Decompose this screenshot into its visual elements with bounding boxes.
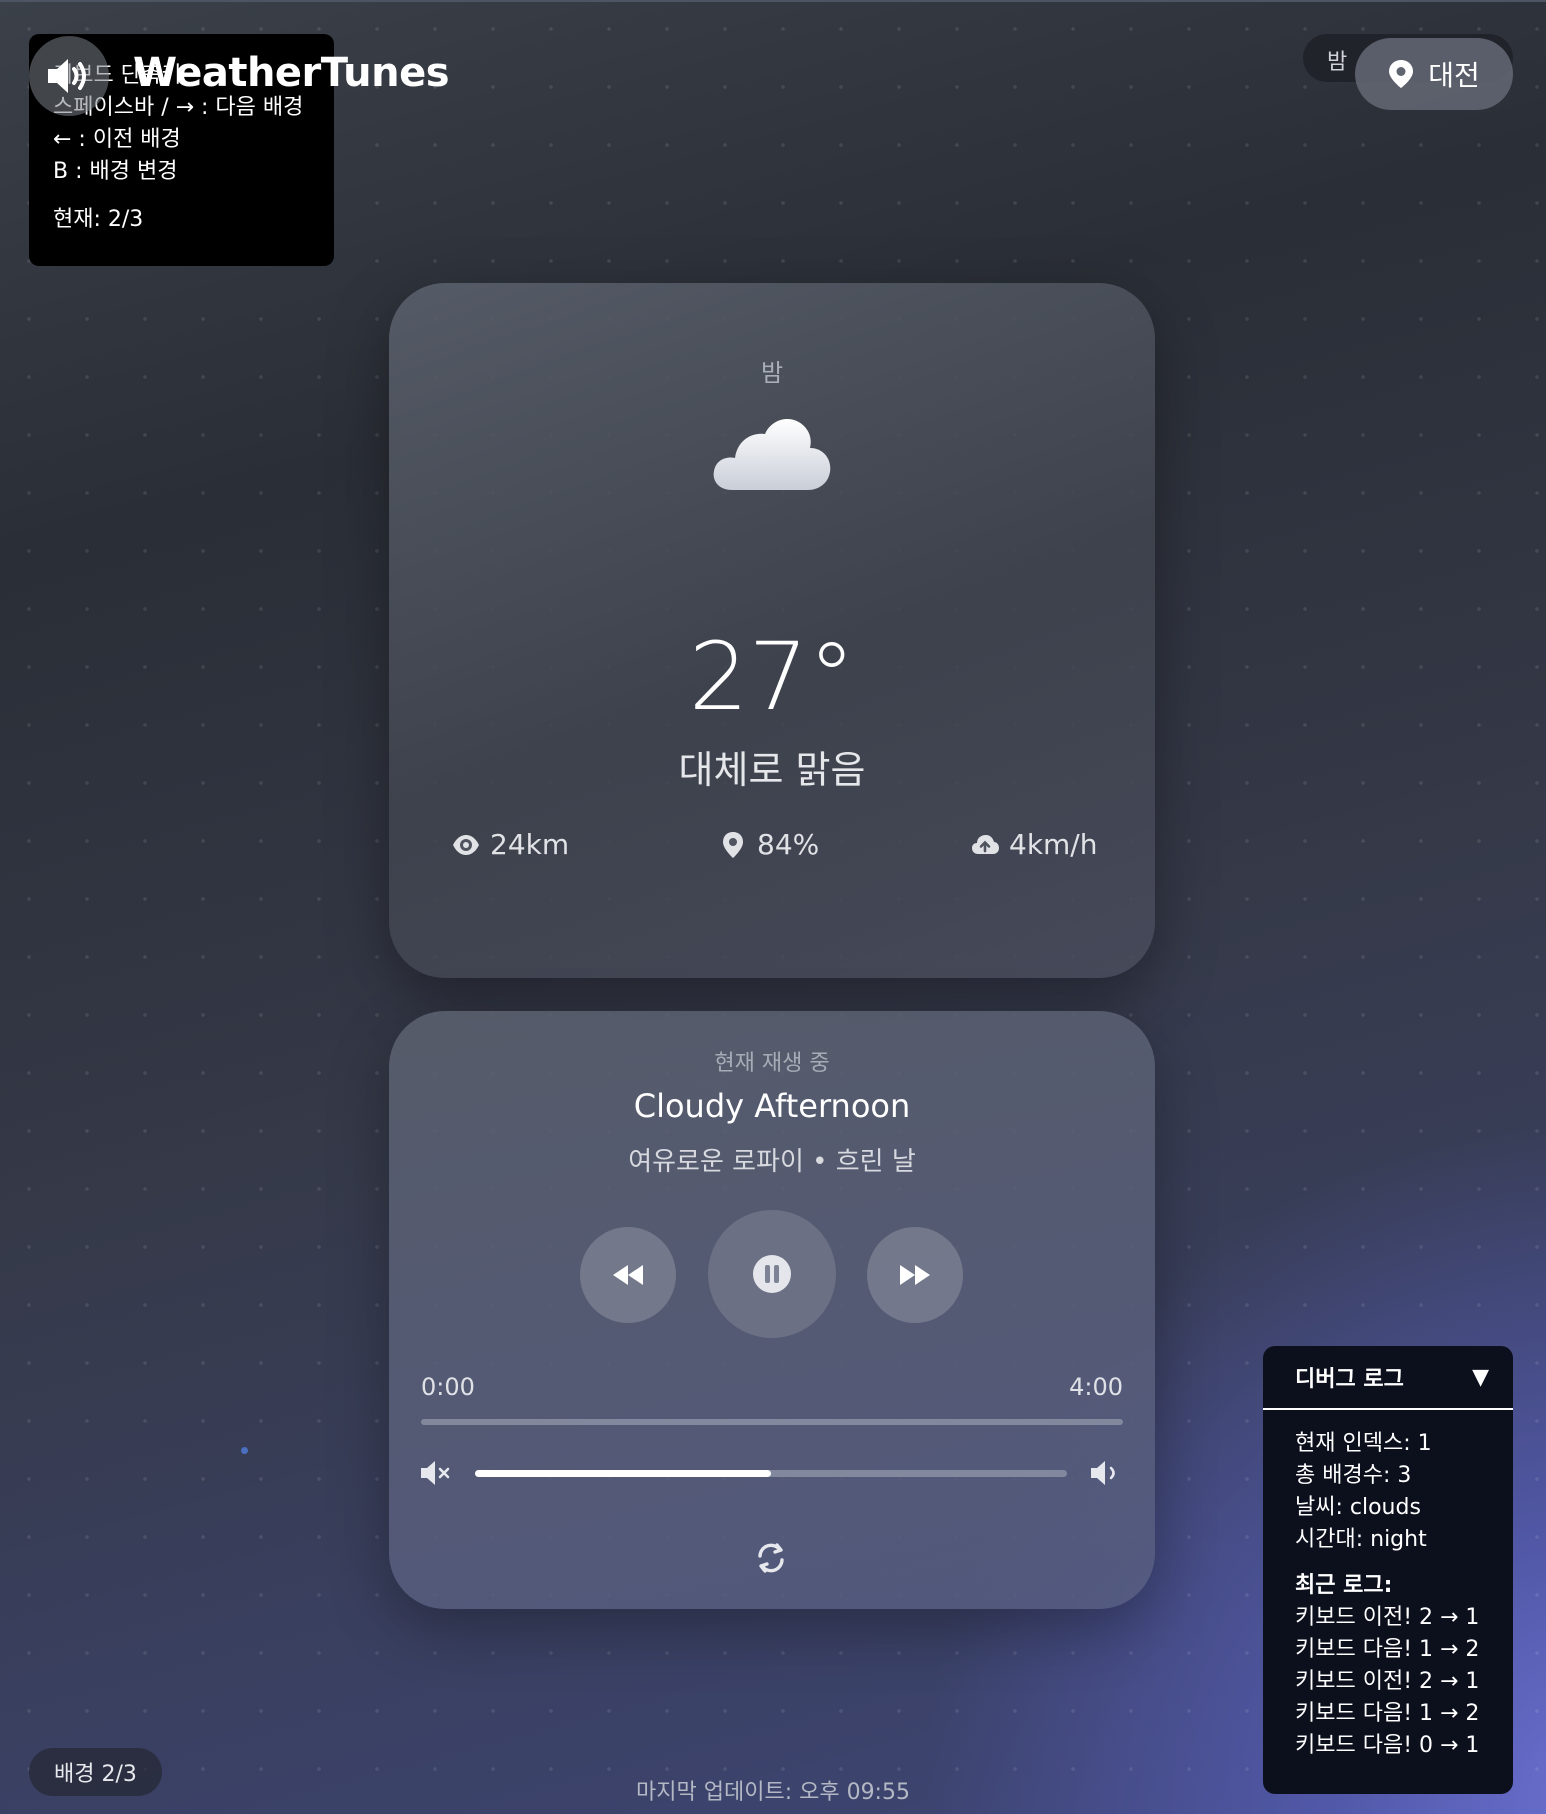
debug-stat: 현재 인덱스: 1 [1295,1431,1432,1456]
eye-icon [453,834,479,855]
debug-stat: 날씨: clouds [1295,1495,1421,1520]
weather-description: 대체로 맑음 [678,748,866,792]
help-line-change: B : 배경 변경 [53,159,178,184]
current-time: 0:00 [421,1373,475,1401]
location-pin-icon [1389,60,1414,88]
log-entry: 키보드 이전! 2 → 1 [1295,1605,1480,1630]
debug-log-body: 현재 인덱스: 1 총 배경수: 3 날씨: clouds 시간대: night… [1263,1410,1513,1762]
track-title: Cloudy Afternoon [633,1087,911,1125]
temperature: 27° [688,623,856,732]
log-entry: 키보드 다음! 1 → 2 [1295,1701,1480,1726]
track-subtitle: 여유로운 로파이 • 흐린 날 [628,1147,916,1177]
location-label: 대전 [1428,59,1480,92]
cloud-icon [713,419,831,490]
pause-icon [753,1255,791,1293]
app-title: WeatherTunes [133,50,450,96]
visibility-value: 24km [490,828,570,861]
location-pin-icon [723,831,743,858]
rewind-icon [613,1265,643,1285]
fast-forward-icon [900,1265,930,1285]
help-line-prev: ← : 이전 배경 [53,127,181,152]
volume-slider-fill [475,1470,771,1477]
time-of-day-label: 밤 [1327,50,1348,75]
collapse-toggle-icon[interactable]: ▼ [1472,1365,1489,1390]
track-duration: 4:00 [1069,1373,1123,1401]
weather-period: 밤 [760,359,784,387]
speaker-icon [48,59,86,93]
sound-toggle-button[interactable] [29,36,109,116]
debug-log-header[interactable]: 디버그 로그 ▼ [1263,1346,1513,1410]
weather-card: 밤 27° 대체로 맑음 24km 84% 4km/h [389,283,1155,978]
log-entry: 키보드 다음! 1 → 2 [1295,1637,1480,1662]
log-entry: 키보드 다음! 0 → 1 [1295,1733,1480,1758]
debug-log-panel: 디버그 로그 ▼ 현재 인덱스: 1 총 배경수: 3 날씨: clouds 시… [1263,1346,1513,1794]
help-current-index: 현재: 2/3 [53,207,144,232]
volume-slider[interactable] [475,1470,1067,1477]
location-button[interactable]: 대전 [1355,38,1513,110]
wind-value: 4km/h [1009,828,1098,861]
wind-stat: 4km/h [971,828,1097,861]
music-player-card: 현재 재생 중 Cloudy Afternoon 여유로운 로파이 • 흐린 날… [389,1011,1155,1609]
previous-track-button[interactable] [580,1227,676,1323]
visibility-stat: 24km [452,828,569,861]
refresh-icon[interactable] [752,1539,790,1577]
cloud-upload-icon [972,834,999,854]
debug-log-title: 디버그 로그 [1295,1367,1404,1392]
log-entry: 키보드 이전! 2 → 1 [1295,1669,1480,1694]
volume-max-icon[interactable] [1089,1459,1123,1487]
now-playing-label: 현재 재생 중 [714,1051,830,1076]
last-updated-text: 마지막 업데이트: 오후 09:55 [636,1780,910,1805]
next-track-button[interactable] [867,1227,963,1323]
volume-mute-icon[interactable] [419,1460,451,1486]
debug-stat: 시간대: night [1295,1527,1427,1552]
humidity-value: 84% [757,828,820,861]
progress-bar[interactable] [421,1419,1123,1425]
top-border [0,0,1546,2]
humidity-stat: 84% [719,828,819,861]
background-particle [241,1447,248,1454]
recent-logs-title: 최근 로그: [1295,1573,1393,1598]
debug-stat: 총 배경수: 3 [1295,1463,1412,1488]
pause-button[interactable] [708,1210,836,1338]
